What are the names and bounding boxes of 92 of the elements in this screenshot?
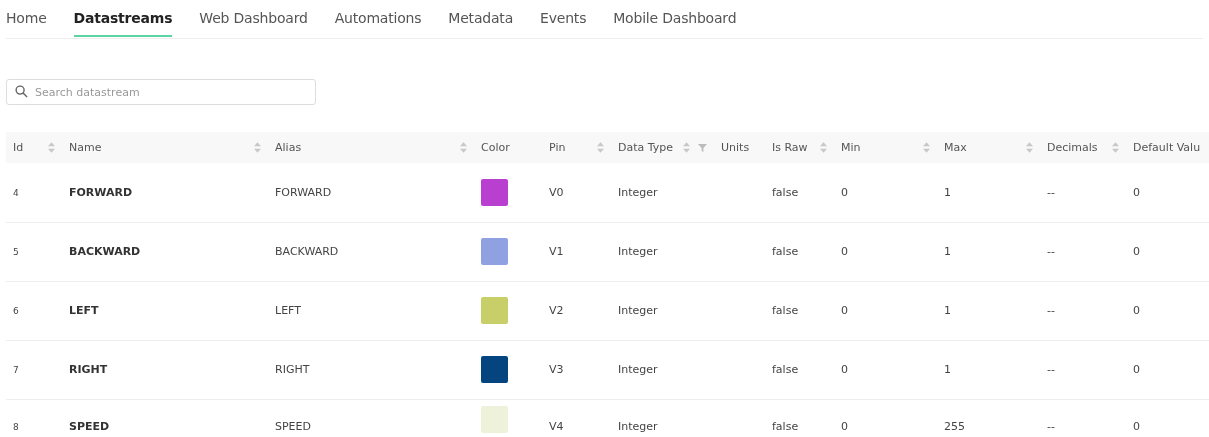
- table-cell: Integer: [618, 185, 658, 199]
- sort-icon[interactable]: [923, 142, 930, 153]
- table-cell: V0: [549, 185, 564, 199]
- search-field[interactable]: Search datastream: [6, 79, 316, 105]
- column-label: Min: [841, 141, 861, 154]
- sort-icon[interactable]: [1026, 142, 1033, 153]
- datastream-name: SPEED: [69, 420, 110, 433]
- sort-icon[interactable]: [460, 142, 467, 153]
- column-header[interactable]: Color: [474, 132, 542, 163]
- table-cell: 1: [944, 185, 951, 199]
- table-cell: LEFT: [275, 304, 301, 317]
- table-cell: --: [1047, 420, 1055, 433]
- table-cell: 0: [841, 245, 848, 258]
- tab[interactable]: Datastreams: [73, 0, 173, 37]
- column-header[interactable]: Is Raw: [765, 132, 834, 163]
- sort-icon[interactable]: [48, 142, 55, 153]
- table-cell: 0: [841, 420, 848, 433]
- table-cell: --: [1047, 304, 1055, 317]
- sort-icon[interactable]: [254, 142, 261, 153]
- table-cell: Integer: [618, 420, 658, 433]
- column-header[interactable]: Min: [834, 132, 937, 163]
- table-cell: 0: [1133, 420, 1140, 433]
- column-label: Alias: [275, 141, 302, 154]
- column-header[interactable]: Decimals: [1040, 132, 1126, 163]
- column-header[interactable]: Default Valu: [1126, 132, 1209, 163]
- table-cell: 0: [841, 185, 848, 199]
- column-header[interactable]: Data Type: [611, 132, 714, 163]
- datastream-name: BACKWARD: [69, 245, 141, 258]
- column-header[interactable]: Max: [937, 132, 1040, 163]
- table-cell: false: [772, 245, 799, 258]
- table-cell: 6: [13, 306, 19, 316]
- tab[interactable]: Web Dashboard: [199, 0, 308, 37]
- column-header[interactable]: Alias: [268, 132, 474, 163]
- column-label: Decimals: [1047, 141, 1098, 154]
- tab[interactable]: Metadata: [448, 0, 514, 37]
- column-header[interactable]: Pin: [542, 132, 611, 163]
- sort-icon[interactable]: [683, 142, 690, 153]
- table-cell: 8: [13, 422, 19, 432]
- tab[interactable]: Events: [540, 0, 587, 37]
- table-cell: 1: [944, 363, 951, 376]
- table-cell: Integer: [618, 245, 658, 258]
- column-header[interactable]: Name: [62, 132, 268, 163]
- column-label: Name: [69, 141, 102, 154]
- table-cell: V4: [549, 420, 564, 433]
- tab[interactable]: Mobile Dashboard: [613, 0, 737, 37]
- column-header[interactable]: Id: [6, 132, 62, 163]
- table-cell: false: [772, 304, 799, 317]
- table-cell: --: [1047, 363, 1055, 376]
- filter-icon[interactable]: [698, 143, 707, 152]
- table-cell: BACKWARD: [275, 245, 339, 258]
- table-cell: V3: [549, 363, 564, 376]
- column-label: Data Type: [618, 141, 674, 154]
- datastream-name: RIGHT: [69, 363, 108, 376]
- table-cell: false: [772, 363, 799, 376]
- table-cell: 255: [944, 420, 965, 433]
- table-cell: 0: [1133, 245, 1140, 258]
- table-cell: Integer: [618, 304, 658, 317]
- table-cell: 0: [1133, 304, 1140, 317]
- datastream-name: FORWARD: [69, 185, 133, 199]
- table-cell: SPEED: [275, 420, 311, 433]
- table-cell: 5: [13, 247, 19, 257]
- column-header[interactable]: Units: [714, 132, 765, 163]
- table-cell: --: [1047, 185, 1055, 199]
- table-cell: --: [1047, 245, 1055, 258]
- sort-icon[interactable]: [820, 142, 827, 153]
- table-cell: false: [772, 420, 799, 433]
- table-cell: Integer: [618, 363, 658, 376]
- table-cell: 1: [944, 245, 951, 258]
- column-label: Units: [721, 141, 750, 154]
- table-cell: false: [772, 185, 799, 199]
- table-cell: 1: [944, 304, 951, 317]
- table-cell: 4: [13, 187, 19, 198]
- datastream-name: LEFT: [69, 304, 99, 317]
- table-cell: 7: [13, 365, 19, 375]
- column-label: Color: [481, 141, 510, 154]
- sort-icon[interactable]: [1112, 142, 1119, 153]
- table-cell: V2: [549, 304, 564, 317]
- tab[interactable]: Home: [6, 0, 47, 37]
- table-cell: 0: [841, 304, 848, 317]
- column-label: Id: [13, 141, 24, 154]
- column-label: Default Valu: [1133, 141, 1201, 154]
- table-cell: 0: [1133, 363, 1140, 376]
- column-label: Max: [944, 141, 967, 154]
- column-label: Is Raw: [772, 141, 808, 154]
- table-cell: RIGHT: [275, 363, 310, 376]
- sort-icon[interactable]: [597, 142, 604, 153]
- column-label: Pin: [549, 141, 566, 154]
- table-cell: 0: [1133, 185, 1140, 199]
- table-cell: V1: [549, 245, 564, 258]
- tab[interactable]: Automations: [334, 0, 422, 37]
- table-cell: FORWARD: [275, 185, 332, 199]
- table-cell: 0: [841, 363, 848, 376]
